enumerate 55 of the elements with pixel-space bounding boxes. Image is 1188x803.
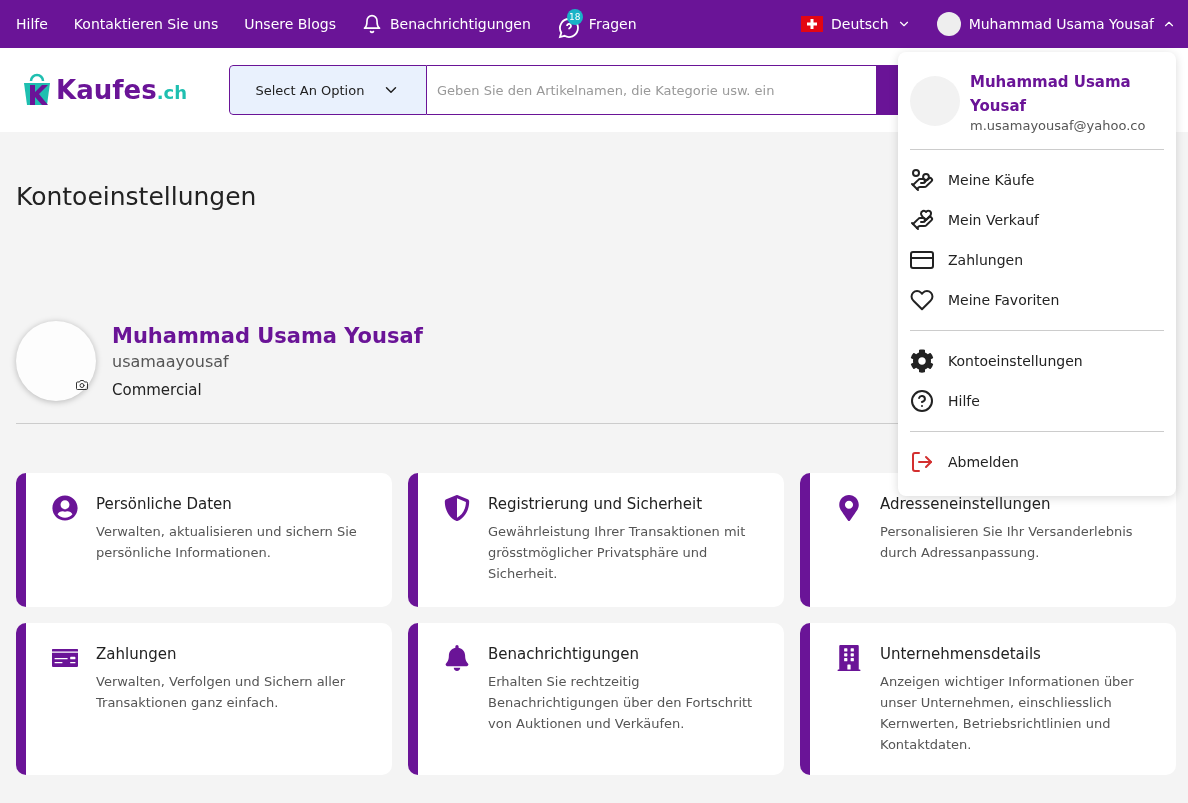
menu-item[interactable]: Hilfe [910, 381, 1164, 421]
menu-item[interactable]: Meine Favoriten [910, 280, 1164, 320]
card-description: Gewährleistung Ihrer Transaktionen mit grösstmöglicher Privatsphäre und Sicherheit. [488, 523, 747, 583]
user-menu-toggle[interactable]: Muhammad Usama Yousaf [936, 12, 1176, 36]
card-title: Persönliche Daten [96, 495, 233, 513]
swiss-flag-icon [801, 16, 824, 32]
settings-card[interactable]: Registrierung und Sicherheit Gewährleistung Ihrer Transaktionen mit grösstmöglicher Privatsphäre und Sicherheit. [408, 473, 784, 607]
card-title: Benachrichtigungen [488, 645, 640, 663]
card-description: Verwalten, Verfolgen und Sichern aller Transaktionen ganz einfach. [96, 673, 347, 712]
card-title: Registrierung und Sicherheit [488, 495, 704, 513]
camera-icon[interactable] [76, 379, 88, 391]
bell-icon [444, 645, 470, 671]
account-type: Commercial [112, 380, 203, 399]
category-select[interactable]: Select An Option [228, 65, 427, 115]
language-selector[interactable]: Deutsch [801, 16, 911, 32]
profile-username: usamaayousaf [112, 351, 230, 371]
card-title: Zahlungen [96, 645, 178, 663]
notifications-link[interactable]: Benachrichtigungen [362, 14, 531, 34]
search-field[interactable]: Geben Sie den Artikelnamen, die Kategorie usw. ein [426, 65, 877, 115]
menu-item[interactable]: Mein Verkauf [910, 200, 1164, 240]
settings-icon [910, 349, 934, 373]
menu-user-email: m.usamayousaf@yahoo.co [970, 118, 1147, 133]
building-icon [836, 645, 862, 671]
chat-question-icon [556, 15, 581, 40]
location-pin-icon [836, 495, 862, 521]
hand-money-icon [910, 168, 934, 192]
heart-icon [910, 288, 934, 312]
shopping-bag-logo-icon [22, 73, 52, 107]
nav-link[interactable]: Unsere Blogs [244, 16, 336, 32]
nav-link[interactable]: Kontaktieren Sie uns [73, 16, 219, 32]
settings-card[interactable]: Benachrichtigungen Erhalten Sie rechtzeitig Benachrichtigungen über den Fortschritt von Auktionen und Verkäufen. [408, 623, 784, 775]
menu-item[interactable]: Zahlungen [910, 240, 1164, 280]
settings-card[interactable]: Unternehmensdetails Anzeigen wichtiger Informationen über unser Unternehmen, einschliesslich Kernwerten, Betriebsrichtlinien und Kontaktdaten. [800, 623, 1176, 775]
logo-text: Kaufes.ch [56, 75, 187, 105]
profile-name: Muhammad Usama Yousaf [112, 323, 423, 348]
card-description: Erhalten Sie rechtzeitig Benachrichtigungen über den Fortschritt von Auktionen und Verkäufen. [488, 673, 754, 733]
page-title: Kontoeinstellungen [16, 182, 257, 211]
card-description: Personalisieren Sie Ihr Versanderlebnis durch Adressanpassung. [880, 523, 1134, 562]
settings-card[interactable]: Persönliche Daten Verwalten, aktualisieren und sichern Sie persönliche Informationen. [16, 473, 392, 607]
menu-item[interactable]: Kontoeinstellungen [910, 341, 1164, 381]
settings-card[interactable]: Zahlungen Verwalten, Verfolgen und Sichern aller Transaktionen ganz einfach. [16, 623, 392, 775]
logout-icon [910, 450, 934, 474]
bell-icon [362, 14, 382, 34]
credit-card-icon [910, 248, 934, 272]
questions-link[interactable]: 18 Fragen [556, 8, 637, 40]
help-icon [910, 389, 934, 413]
card-title: Adresseneinstellungen [880, 495, 1052, 513]
card-description: Anzeigen wichtiger Informationen über unser Unternehmen, einschliesslich Kernwerten, Betriebsrichtlinien und Kontaktdaten. [880, 673, 1135, 754]
card-description: Verwalten, aktualisieren und sichern Sie persönliche Informationen. [96, 523, 358, 562]
avatar-placeholder [936, 12, 961, 36]
card-title: Unternehmensdetails [880, 645, 1042, 663]
question-count-badge: 18 [566, 8, 583, 25]
menu-user-name: Muhammad Usama Yousaf [970, 72, 1132, 117]
menu-item[interactable]: Meine Käufe [910, 160, 1164, 200]
nav-link[interactable]: Hilfe [16, 16, 48, 32]
